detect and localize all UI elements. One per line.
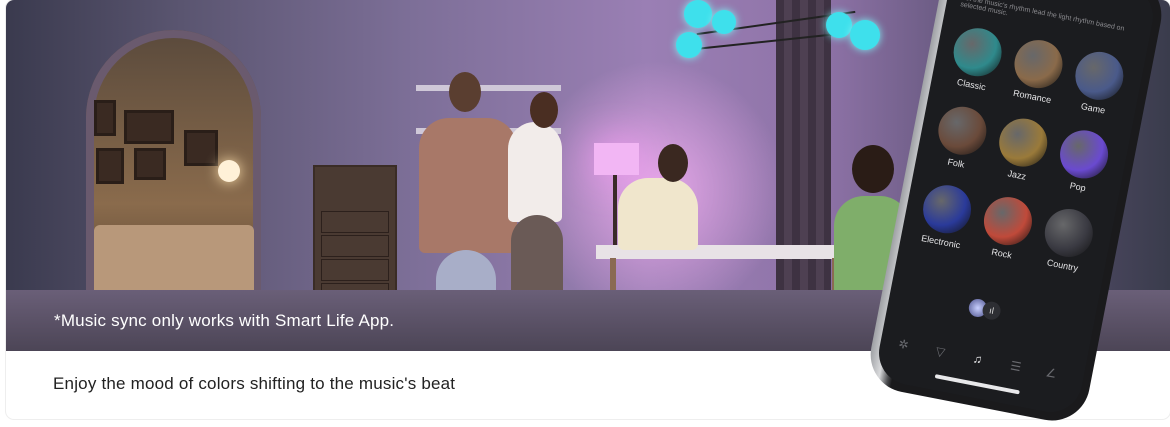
- genre-folk-image: [934, 102, 991, 159]
- picture-frame: [134, 148, 166, 180]
- picture-frame: [94, 100, 116, 136]
- genre-label: Rock: [990, 246, 1013, 261]
- genre-label: Country: [1046, 257, 1079, 274]
- genre-label: Jazz: [1006, 168, 1027, 182]
- genre-game-image: [1071, 47, 1128, 105]
- genre-electronic[interactable]: Electronic: [914, 181, 977, 252]
- genre-label: Folk: [946, 156, 966, 170]
- dancer-woman: [508, 122, 562, 222]
- pink-floor-lamp: [594, 143, 639, 175]
- edit-icon[interactable]: ∠: [1045, 365, 1058, 381]
- genre-label: Romance: [1012, 87, 1053, 106]
- seated-woman-head: [852, 145, 894, 193]
- music-sync-disclaimer: *Music sync only works with Smart Life A…: [54, 311, 395, 330]
- chandelier-orb: [850, 20, 880, 50]
- genre-romance[interactable]: Romance: [1006, 35, 1069, 107]
- genre-game[interactable]: Game: [1067, 47, 1130, 118]
- pendant-bulb: [218, 160, 240, 182]
- equalizer-icon: ıl: [981, 300, 1003, 322]
- genre-electronic-image: [918, 181, 976, 238]
- genre-classic-image: [949, 24, 1006, 81]
- chandelier-orb: [712, 10, 736, 34]
- music-icon[interactable]: ♫: [972, 351, 984, 366]
- genre-romance-image: [1010, 35, 1067, 93]
- banner-caption: Enjoy the mood of colors shifting to the…: [53, 374, 456, 393]
- genre-pop[interactable]: Pop: [1051, 126, 1114, 197]
- genre-pop-image: [1055, 126, 1113, 183]
- genre-country[interactable]: Country: [1036, 204, 1099, 275]
- chandelier-orb: [676, 32, 702, 58]
- settings-icon[interactable]: ✲: [897, 337, 910, 353]
- genre-country-image: [1040, 204, 1097, 262]
- genre-rock[interactable]: Rock: [975, 192, 1038, 264]
- genre-folk[interactable]: Folk: [930, 102, 993, 173]
- seated-man: [618, 178, 698, 250]
- dancer-man-head: [449, 72, 481, 112]
- chandelier-orb: [826, 12, 852, 38]
- genre-jazz-image: [995, 114, 1052, 171]
- phone-tab-bar: ✲ ▽ ♫ ☰ ∠: [880, 323, 1087, 386]
- picture-frame: [124, 110, 174, 144]
- genre-label: Game: [1080, 101, 1107, 116]
- wall-shelf: [416, 85, 561, 91]
- lamp-stand: [613, 175, 617, 245]
- genre-classic[interactable]: Classic: [945, 24, 1008, 95]
- dancer-woman-head: [530, 92, 558, 128]
- scene-icon[interactable]: ▽: [935, 344, 947, 360]
- picture-frame: [96, 148, 124, 184]
- list-icon[interactable]: ☰: [1009, 358, 1022, 374]
- genre-rock-image: [979, 192, 1037, 250]
- chandelier-orb: [684, 0, 712, 28]
- genre-jazz[interactable]: Jazz: [990, 114, 1053, 185]
- genre-label: Pop: [1068, 180, 1087, 194]
- dancer-man: [419, 118, 517, 253]
- genre-label: Classic: [956, 76, 987, 93]
- home-indicator[interactable]: [934, 374, 1020, 395]
- picture-frame: [184, 130, 218, 166]
- genre-label: Electronic: [920, 233, 962, 251]
- now-playing-avatar[interactable]: ıl: [967, 297, 1006, 322]
- seated-man-head: [658, 144, 688, 182]
